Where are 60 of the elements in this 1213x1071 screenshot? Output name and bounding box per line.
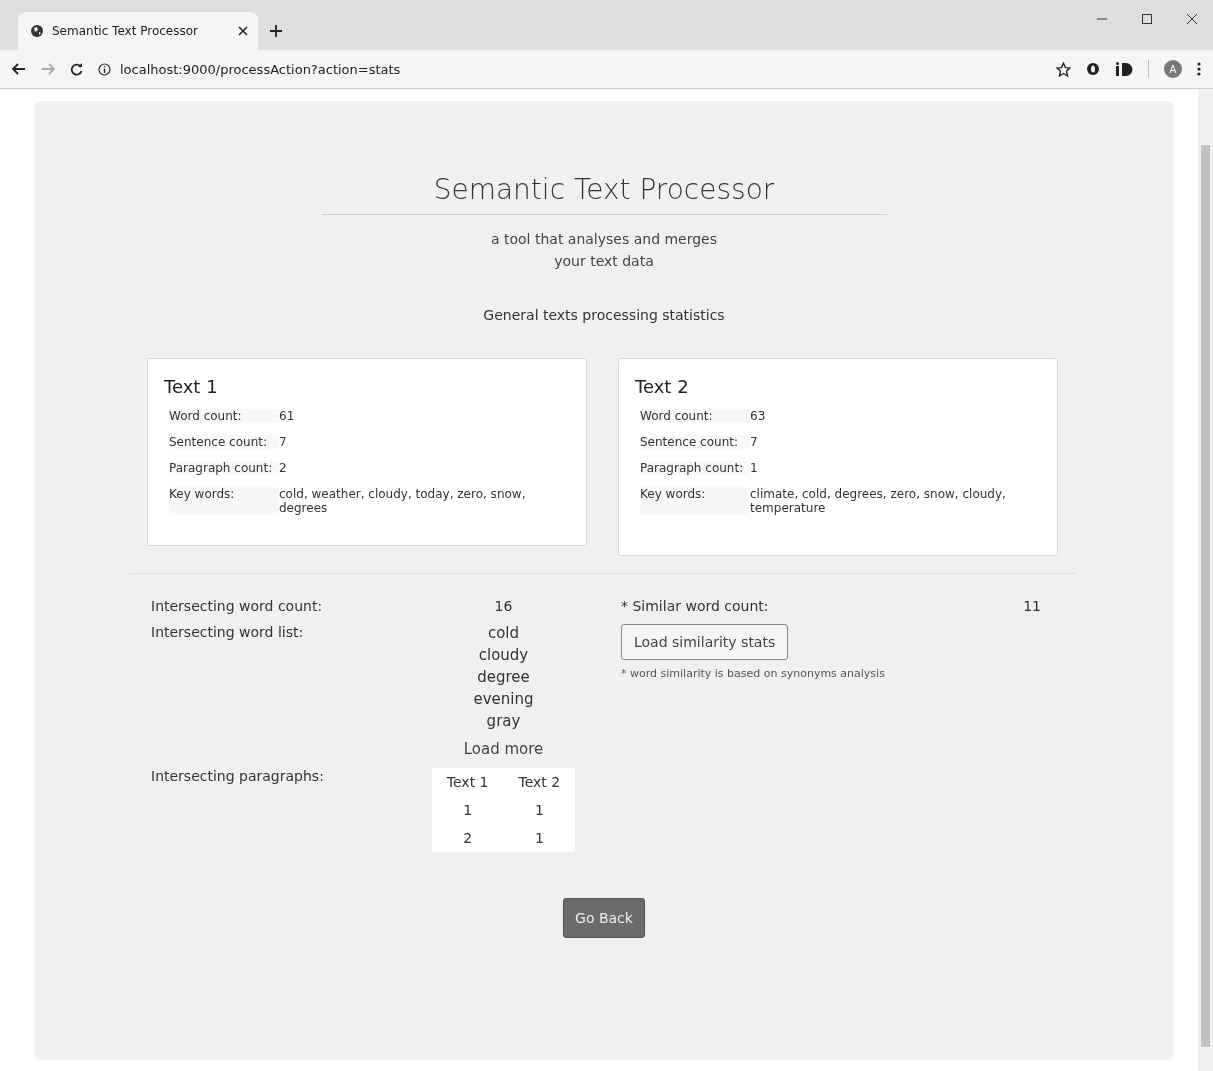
stat-value: 2 [279,461,288,475]
load-more-link[interactable]: Load more [463,740,544,758]
close-icon[interactable] [238,26,248,36]
table-cell: 1 [503,796,576,824]
subtitle-text: a tool that analyses and merges [490,231,718,247]
stat-value: 11 [1023,598,1041,614]
stat-label: Key words: [169,487,279,515]
word-item: gray [486,712,521,730]
stat-label: Sentence count: [640,435,750,449]
load-similarity-button[interactable]: Load similarity stats [621,624,789,660]
word-item: evening [473,690,534,708]
reload-icon[interactable] [70,62,83,76]
stat-label: Paragraph count: [640,461,750,475]
address-field[interactable]: localhost:9000/processAction?action=stats [120,61,1041,77]
stat-value: 16 [493,598,514,614]
back-arrow-icon[interactable] [12,63,26,75]
stat-label: Intersecting paragraphs: [151,768,325,786]
close-icon[interactable] [1187,14,1197,24]
info-icon[interactable] [98,62,111,76]
stat-label: Intersecting word count: [151,598,324,614]
tab-title: Semantic Text Processor [52,24,199,38]
stat-label: * Similar word count: [621,598,770,614]
column-header: Text 1 [431,768,504,796]
stat-value: 7 [279,435,288,449]
browser-tab[interactable]: Semantic Text Processor [18,12,258,50]
extension-icon[interactable] [1086,62,1100,76]
new-tab-icon[interactable] [270,25,282,37]
stat-label: Sentence count: [169,435,279,449]
word-item: cold [487,624,520,642]
table-cell: 1 [503,824,576,852]
stat-label: Paragraph count: [169,461,279,475]
menu-icon[interactable] [1197,62,1201,76]
footnote: * word similarity is based on synonyms analysis [621,667,886,680]
column-header: Text 2 [503,768,576,796]
stat-value: 63 [750,409,767,423]
card-title: Text 1 [164,376,219,397]
section-heading: General texts processing statistics [482,307,726,323]
go-back-button[interactable]: Go Back [563,898,645,938]
maximize-icon[interactable] [1142,14,1152,24]
stat-label: Key words: [640,487,750,515]
stat-value: cold, weather, cloudy, today, zero, snow, degrees [279,487,527,515]
word-item: degree [477,668,530,686]
card-title: Text 2 [635,376,690,397]
stat-value: 7 [750,435,759,449]
globe-icon [30,24,44,38]
stat-label: Word count: [169,409,279,423]
stat-value: climate, cold, degrees, zero, snow, cloudy, temperature [750,487,1007,515]
table-cell: 1 [431,796,504,824]
stat-value: 61 [279,409,296,423]
scrollbar[interactable] [1198,89,1213,1071]
star-icon[interactable] [1056,61,1071,77]
profile-avatar[interactable]: A [1164,60,1182,78]
stat-label: Word count: [640,409,750,423]
page-title: Semantic Text Processor [321,173,887,215]
word-item: cloudy [478,646,529,664]
extension-icon[interactable] [1115,62,1133,76]
table-cell: 2 [431,824,504,852]
stat-label: Intersecting word list: [151,624,305,642]
stat-value: 1 [750,461,759,475]
subtitle-text: your text data [554,253,654,269]
